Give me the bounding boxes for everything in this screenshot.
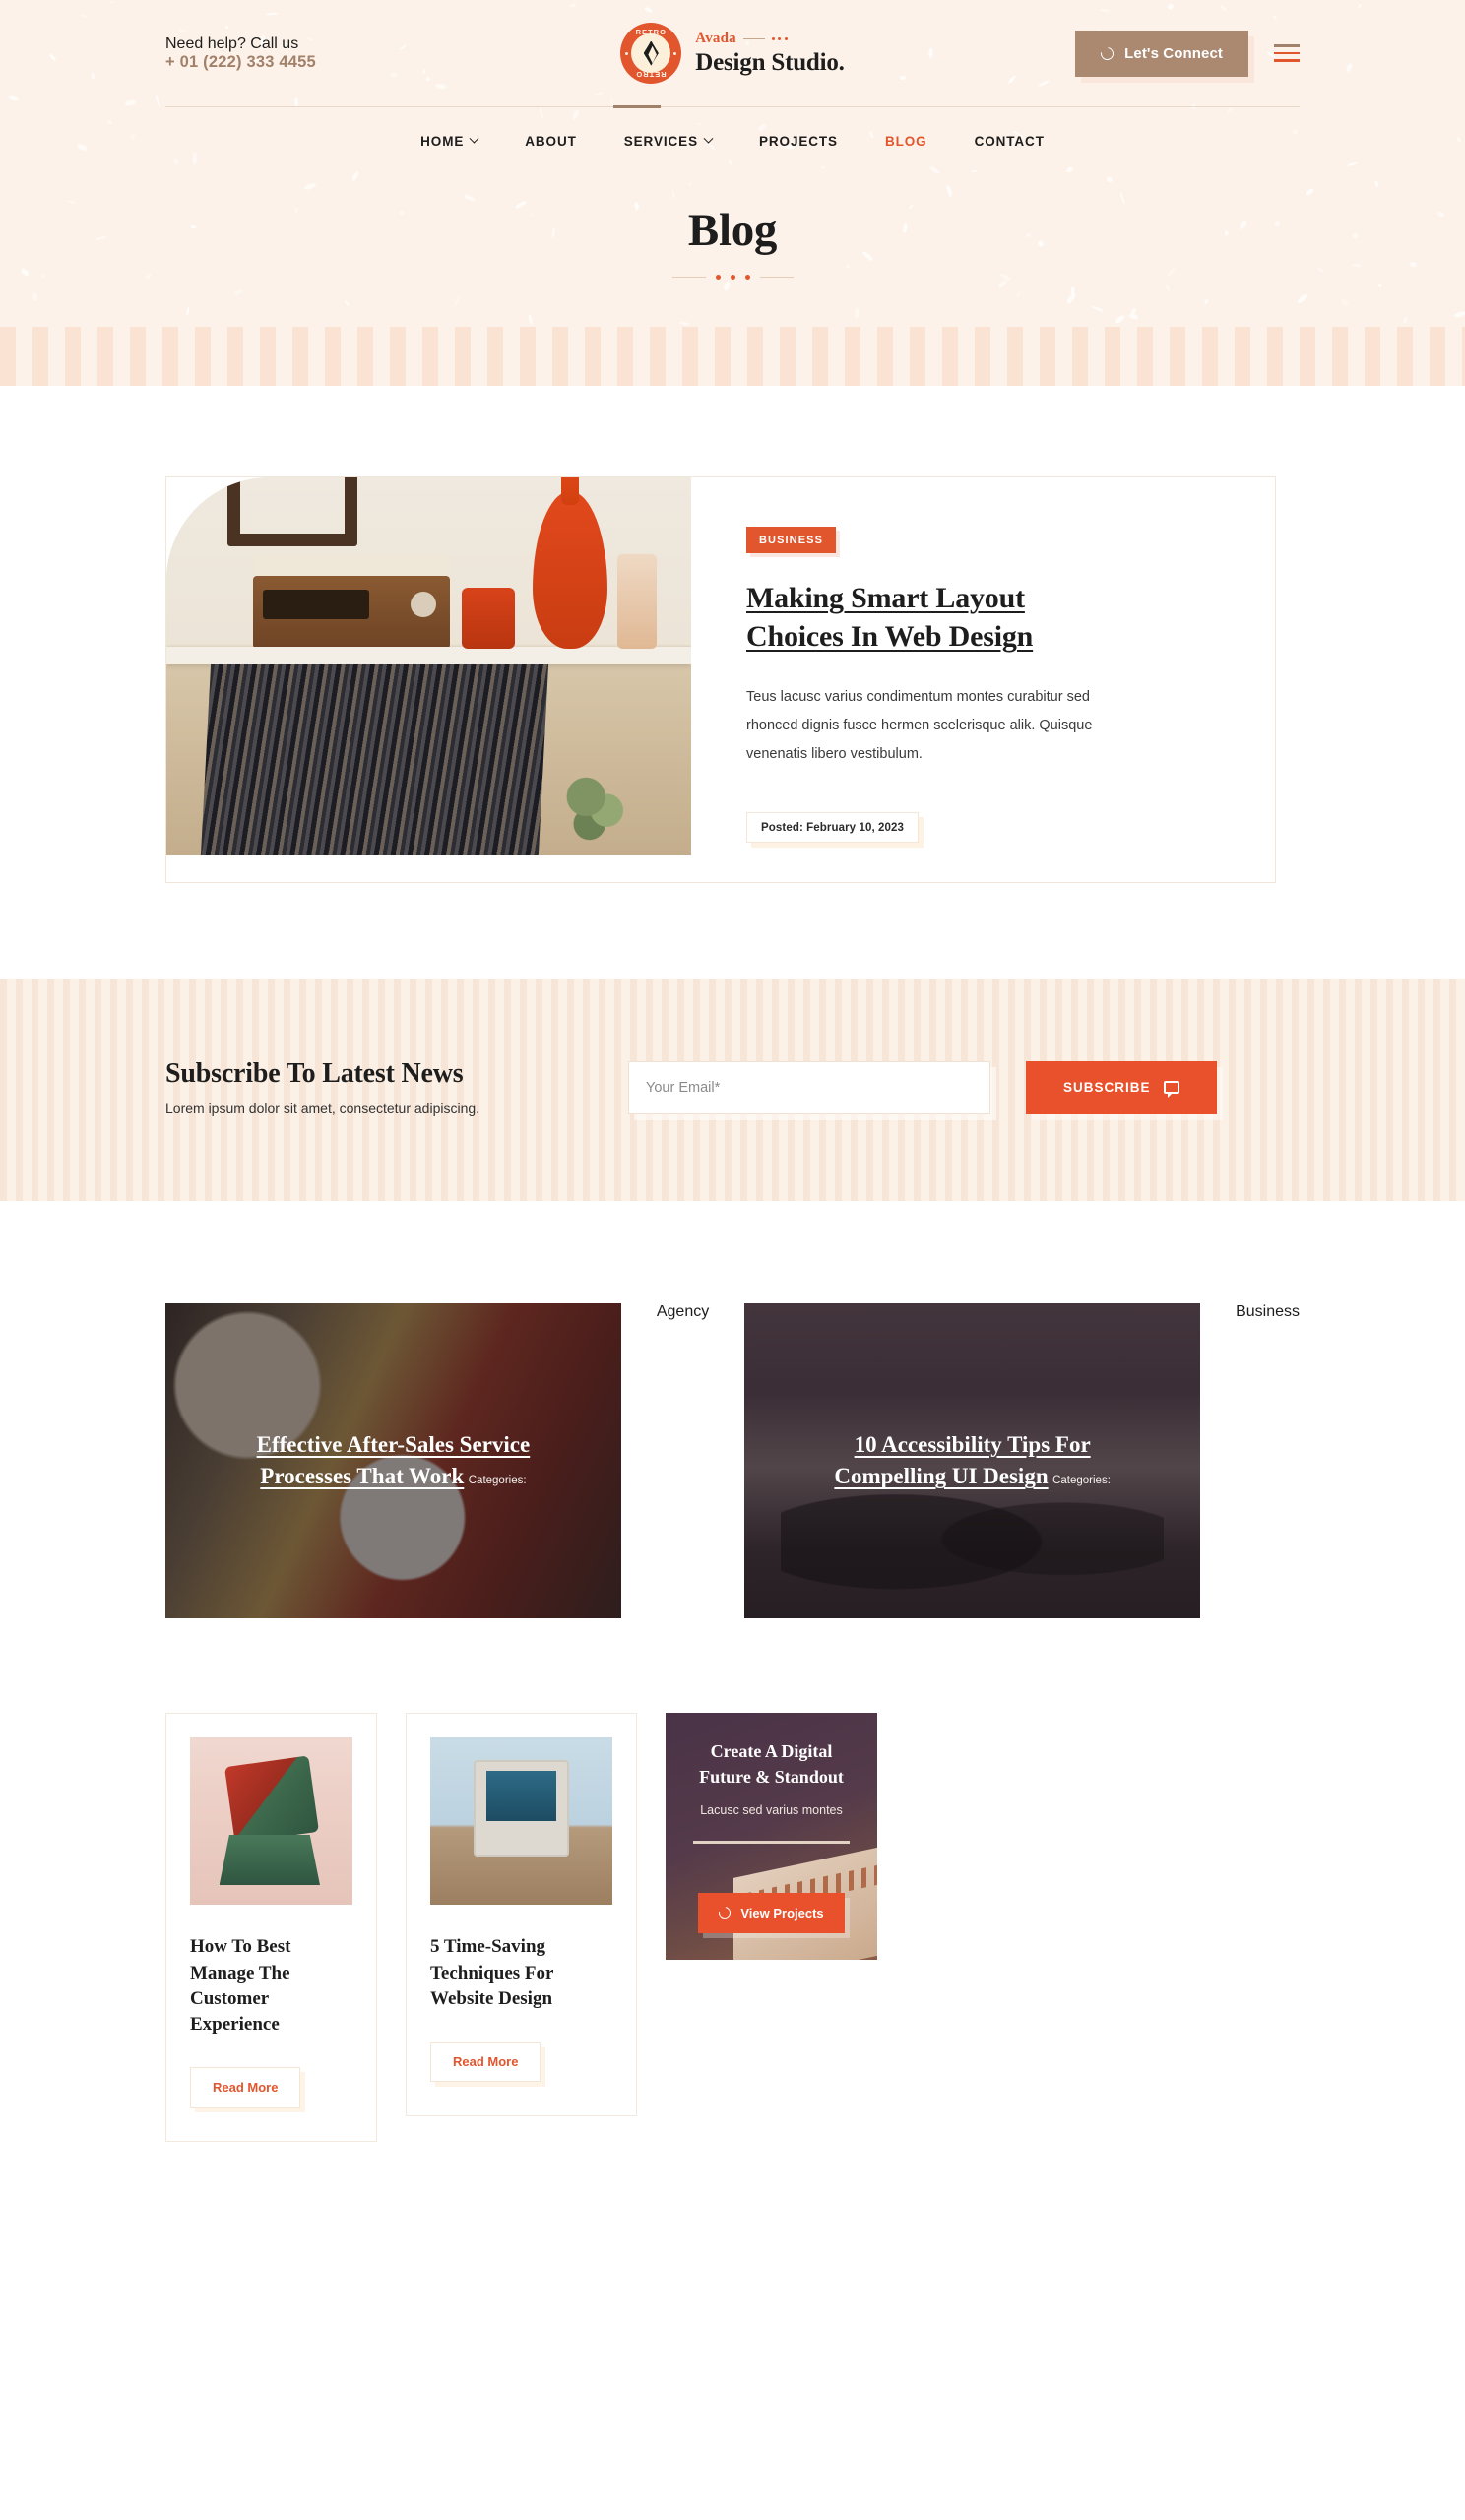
cta-card: Create A Digital Future & Standout Lacus… <box>666 1713 877 1961</box>
post-tile[interactable]: 10 Accessibility Tips For Compelling UI … <box>744 1303 1201 1619</box>
post-card-title[interactable]: 5 Time-Saving Techniques For Website Des… <box>430 1934 612 2012</box>
nav-item-about[interactable]: ABOUT <box>501 134 601 149</box>
read-more-button[interactable]: Read More <box>190 2067 301 2109</box>
view-projects-button[interactable]: View Projects <box>698 1892 845 1933</box>
stripe-band <box>0 327 1465 386</box>
cta-title-line-2: Future & Standout <box>699 1766 844 1787</box>
post-tile-categories: Categories: <box>469 1475 527 1486</box>
brand-dots-icon <box>771 37 788 40</box>
post-tiles-section: Effective After-Sales Service Processes … <box>0 1201 1465 1619</box>
title-ornament <box>0 275 1465 280</box>
post-tile-categories: Categories: <box>1052 1475 1111 1486</box>
top-bar: Need help? Call us + 01 (222) 333 4455 R… <box>0 0 1465 106</box>
nav-item-label: HOME <box>420 134 465 149</box>
featured-post-body: BUSINESS Making Smart Layout Choices In … <box>691 477 1275 882</box>
badge-inner-disc <box>631 33 671 73</box>
retro-badge-icon: RETRO RETRO <box>620 23 682 84</box>
nav-item-label: BLOG <box>884 134 927 149</box>
diamond-icon <box>643 40 659 66</box>
chevron-down-icon <box>703 133 714 144</box>
hero-spacer <box>0 280 1465 327</box>
badge-dot-right <box>673 51 677 55</box>
speech-bubble-icon <box>1163 1081 1179 1099</box>
site-hero: Need help? Call us + 01 (222) 333 4455 R… <box>0 0 1465 327</box>
post-cards-section: How To Best Manage The Customer Experien… <box>0 1618 1465 2261</box>
post-tiles-grid: Effective After-Sales Service Processes … <box>165 1201 1300 1619</box>
post-card-image <box>190 1737 352 1906</box>
subscribe-form: SUBSCRIBE <box>628 1060 1300 1114</box>
featured-post-image <box>166 477 691 855</box>
page-title: Blog <box>687 205 778 256</box>
view-projects-label: View Projects <box>740 1905 824 1921</box>
nav-item-blog[interactable]: BLOG <box>861 134 951 149</box>
category-link[interactable]: Business <box>1236 1303 1300 1618</box>
page-title-block: Blog <box>0 172 1465 280</box>
subscribe-title: Subscribe To Latest News <box>165 1058 464 1090</box>
post-cards-grid: How To Best Manage The Customer Experien… <box>165 1618 1300 2260</box>
contact-label: Need help? Call us <box>165 34 299 52</box>
subscribe-button-label: SUBSCRIBE <box>1063 1080 1151 1096</box>
featured-post-title[interactable]: Making Smart Layout Choices In Web Desig… <box>746 579 1101 657</box>
posted-date-badge: Posted: February 10, 2023 <box>746 812 920 844</box>
ornament-dot <box>744 275 750 280</box>
nav-item-home[interactable]: HOME <box>397 133 501 149</box>
post-card-title[interactable]: How To Best Manage The Customer Experien… <box>190 1934 352 2038</box>
featured-post-card[interactable]: BUSINESS Making Smart Layout Choices In … <box>165 476 1276 884</box>
email-input[interactable] <box>628 1060 990 1114</box>
nav-item-label: ABOUT <box>525 134 577 149</box>
read-more-button[interactable]: Read More <box>430 2042 541 2083</box>
circle-loader-icon <box>716 1904 733 1922</box>
main-navigation: HOME ABOUT SERVICES PROJECTS BLOG CONTACT <box>0 107 1465 172</box>
category-badge[interactable]: BUSINESS <box>746 527 837 553</box>
header-actions: Let's Connect <box>1004 30 1300 77</box>
post-card[interactable]: 5 Time-Saving Techniques For Website Des… <box>406 1713 637 2117</box>
brand-name: Design Studio. <box>695 49 845 76</box>
nav-item-projects[interactable]: PROJECTS <box>735 134 861 149</box>
subscribe-button[interactable]: SUBSCRIBE <box>1026 1060 1217 1114</box>
ornament-line-left <box>671 276 706 279</box>
categories-label: Categories: <box>468 1475 527 1487</box>
nav-item-label: SERVICES <box>623 134 698 149</box>
brand-text: Avada Design Studio. <box>695 32 845 76</box>
contact-block: Need help? Call us + 01 (222) 333 4455 <box>165 35 461 72</box>
nav-item-label: CONTACT <box>974 134 1045 149</box>
lets-connect-button[interactable]: Let's Connect <box>1075 30 1248 77</box>
post-tile[interactable]: Effective After-Sales Service Processes … <box>165 1303 621 1619</box>
post-card-image <box>430 1737 612 1906</box>
featured-post-section: BUSINESS Making Smart Layout Choices In … <box>0 386 1465 980</box>
categories-label: Categories: <box>1052 1475 1111 1487</box>
brand-eyebrow: Avada <box>695 31 736 46</box>
subscribe-subtitle: Lorem ipsum dolor sit amet, consectetur … <box>165 1101 480 1117</box>
ornament-dot <box>730 275 735 280</box>
cta-subtitle: Lacusc sed varius montes <box>700 1802 843 1817</box>
nav-item-label: PROJECTS <box>758 134 838 149</box>
circle-loader-icon <box>1098 43 1116 63</box>
post-card[interactable]: How To Best Manage The Customer Experien… <box>165 1713 377 2143</box>
vintage-computer-photo <box>430 1737 612 1906</box>
chair-sculpture-photo <box>190 1737 352 1906</box>
nav-item-contact[interactable]: CONTACT <box>951 134 1068 149</box>
brand-dash-icon <box>742 37 765 40</box>
subscribe-section: Subscribe To Latest News Lorem ipsum dol… <box>0 979 1465 1202</box>
badge-dot-left <box>625 51 629 55</box>
ornament-dot <box>715 275 721 280</box>
brand-eyebrow-row: Avada <box>695 32 844 46</box>
lets-connect-label: Let's Connect <box>1124 44 1223 62</box>
record-player-photo <box>166 477 691 855</box>
site-logo[interactable]: RETRO RETRO Avada Design Studio. <box>461 23 1004 84</box>
cta-title-line-1: Create A Digital <box>710 1741 833 1762</box>
subscribe-text-block: Subscribe To Latest News Lorem ipsum dol… <box>165 1058 628 1116</box>
hamburger-menu-icon[interactable] <box>1274 40 1300 66</box>
nav-item-services[interactable]: SERVICES <box>601 133 735 149</box>
category-link[interactable]: Agency <box>657 1303 709 1618</box>
ornament-line-right <box>759 276 794 279</box>
chevron-down-icon <box>469 133 479 144</box>
contact-phone[interactable]: + 01 (222) 333 4455 <box>165 53 461 72</box>
featured-post-excerpt: Teus lacusc varius condimentum montes cu… <box>746 688 1093 763</box>
cta-divider <box>693 1840 850 1844</box>
